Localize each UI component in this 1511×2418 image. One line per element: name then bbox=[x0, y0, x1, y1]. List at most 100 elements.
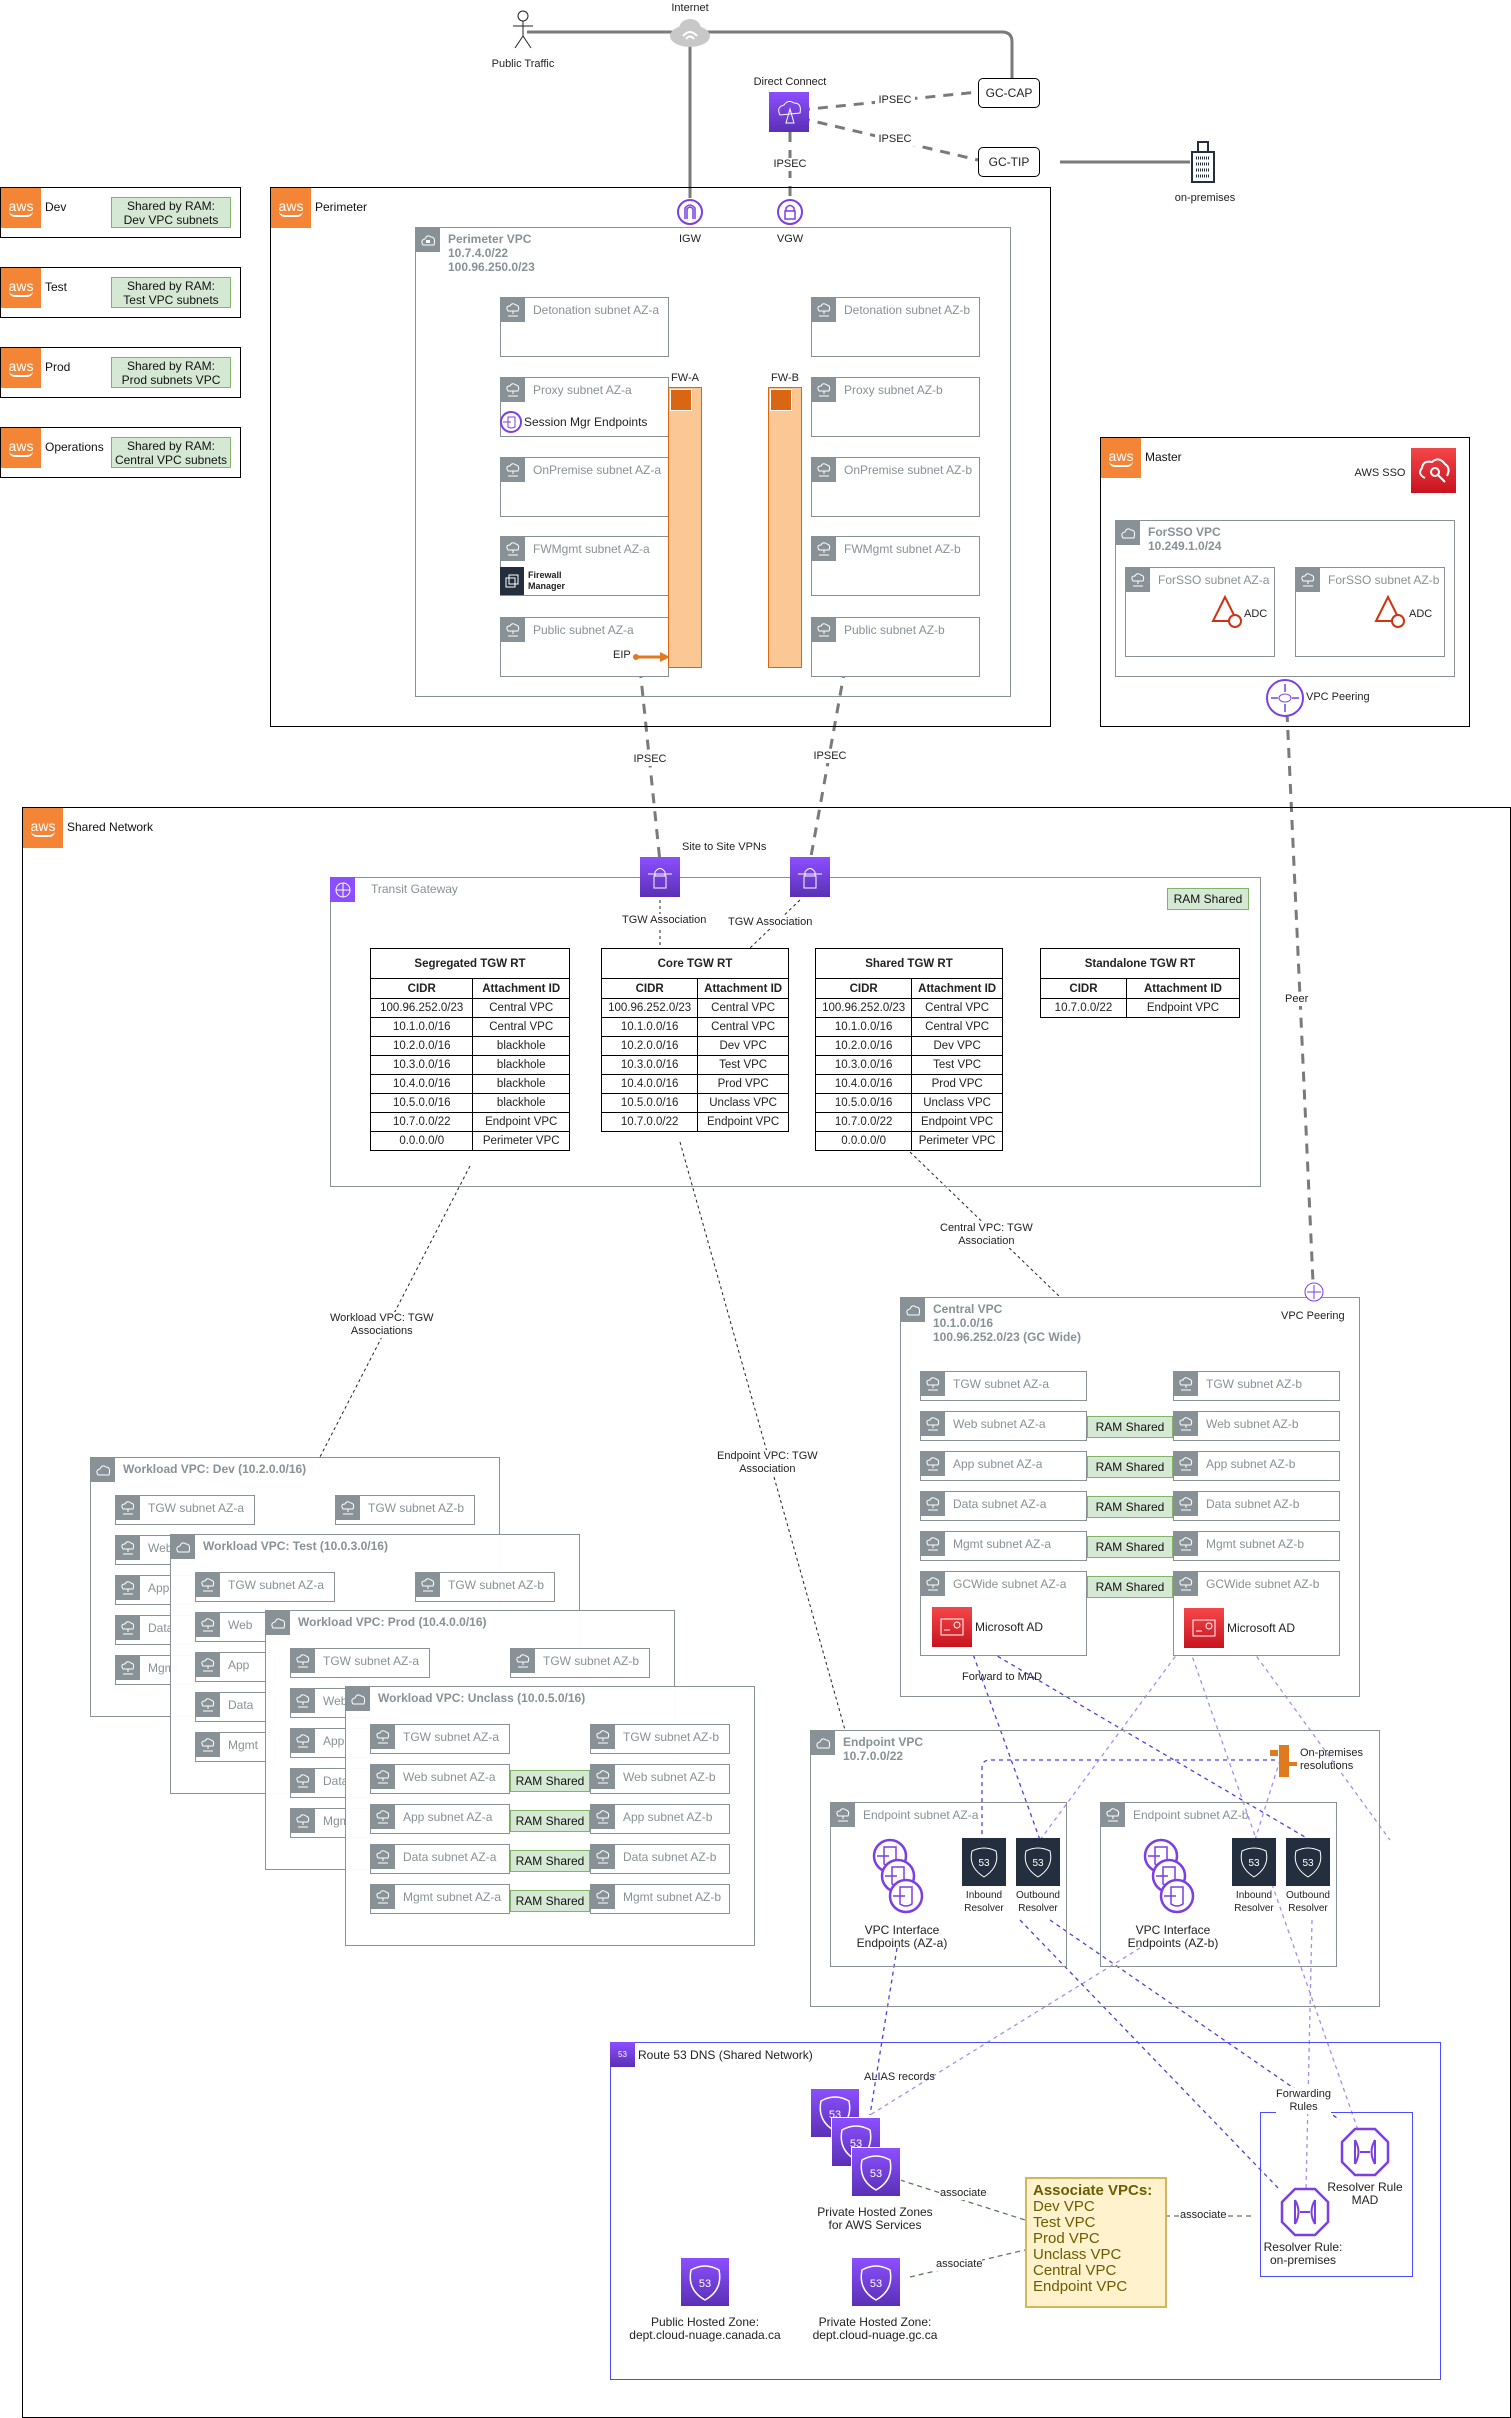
subnet-icon bbox=[920, 1571, 945, 1596]
adc-icon bbox=[1211, 595, 1242, 628]
private-zone-label: Private Hosted Zone: dept.cloud-nuage.gc… bbox=[812, 2315, 938, 2342]
subnet-title: TGW subnet AZ-b bbox=[448, 1578, 545, 1592]
subnet-icon bbox=[415, 1572, 440, 1597]
table-row: 10.2.0.0/16 Dev VPC bbox=[814, 1036, 1003, 1056]
route-table: Core TGW RT CIDR Attachment ID 100.96.252.0… bbox=[600, 948, 789, 1132]
subnet-title: App bbox=[323, 1734, 345, 1748]
column-header: Attachment ID bbox=[697, 978, 789, 999]
table-row: 10.7.0.0/22 Endpoint VPC bbox=[1040, 998, 1241, 1018]
attachment-cell: Unclass VPC bbox=[911, 1093, 1003, 1113]
central-subnet-a: TGW subnet AZ-a bbox=[920, 1371, 1087, 1401]
subnet-icon bbox=[195, 1652, 220, 1677]
subnet-title: Mgmt subnet AZ-a bbox=[403, 1890, 502, 1904]
table-row: 100.96.252.0/23 Central VPC bbox=[814, 998, 1003, 1018]
attachment-cell: Central VPC bbox=[911, 1017, 1003, 1037]
person-icon bbox=[513, 10, 533, 49]
aws-logo-icon: aws bbox=[271, 188, 311, 228]
subnet-icon bbox=[1173, 1451, 1198, 1476]
cidr-cell: 10.1.0.0/16 bbox=[600, 1017, 699, 1037]
account-name: Prod bbox=[45, 360, 71, 374]
associated-vpc-item: Test VPC bbox=[1033, 2214, 1096, 2231]
perimeter-subnet-b: Detonation subnet AZ-b bbox=[811, 297, 980, 357]
subnet-title: Mgmt subnet AZ-b bbox=[623, 1890, 722, 1904]
attachment-cell: Endpoint VPC bbox=[911, 1112, 1003, 1132]
attachment-cell: Perimeter VPC bbox=[911, 1131, 1003, 1151]
subnet-icon bbox=[590, 1884, 615, 1909]
vpc-icon bbox=[1115, 520, 1140, 545]
table-row: 10.1.0.0/16 Central VPC bbox=[369, 1017, 570, 1037]
table-row: 10.5.0.0/16 Unclass VPC bbox=[600, 1093, 789, 1113]
table-row: 10.4.0.0/16 Prod VPC bbox=[814, 1074, 1003, 1094]
aws-logo-icon: aws bbox=[23, 808, 63, 848]
central-subnet-b: Mgmt subnet AZ-b bbox=[1173, 1531, 1340, 1561]
ram-shared-badge: RAM Shared bbox=[1087, 1416, 1173, 1438]
subnet-icon bbox=[500, 536, 525, 561]
attachment-cell: Test VPC bbox=[697, 1055, 789, 1075]
internet-cloud-icon bbox=[668, 18, 712, 48]
attachment-cell: Central VPC bbox=[472, 998, 570, 1018]
vpc-icon bbox=[265, 1610, 290, 1635]
central-subnet-a: App subnet AZ-a bbox=[920, 1451, 1087, 1481]
attachment-cell: Endpoint VPC bbox=[472, 1112, 570, 1132]
cidr-cell: 10.3.0.0/16 bbox=[369, 1055, 474, 1075]
route-table-title: Shared TGW RT bbox=[815, 948, 1003, 979]
ram-shared-badge: RAM Shared bbox=[1087, 1576, 1173, 1598]
subnet-title: Public subnet AZ-a bbox=[533, 623, 634, 637]
directory-service-icon bbox=[1184, 1608, 1224, 1648]
associate-label-1: associate bbox=[940, 2187, 987, 2200]
subnet-title: OnPremise subnet AZ-a bbox=[533, 463, 662, 477]
workload-subnet-a: TGW subnet AZ-a bbox=[195, 1572, 335, 1602]
vpc-title: Central VPC 10.1.0.0/16 100.96.252.0/23 … bbox=[933, 1302, 1081, 1344]
table-row: 10.5.0.0/16 Unclass VPC bbox=[814, 1093, 1003, 1113]
svg-text:53: 53 bbox=[699, 2278, 711, 2290]
aws-logo-icon: aws bbox=[1, 268, 41, 308]
cidr-cell: 10.1.0.0/16 bbox=[369, 1017, 474, 1037]
chip-icon bbox=[670, 389, 692, 411]
vpc-peering-label-master: VPC Peering bbox=[1306, 691, 1370, 703]
public-traffic-label: Public Traffic bbox=[491, 58, 555, 70]
internet-label: Internet bbox=[671, 2, 709, 14]
subnet-icon bbox=[290, 1648, 315, 1673]
resolver-label: Inbound Resolver bbox=[1234, 1890, 1274, 1914]
table-row: 10.7.0.0/22 Endpoint VPC bbox=[369, 1112, 570, 1132]
cidr-cell: 10.2.0.0/16 bbox=[814, 1036, 913, 1056]
subnet-icon bbox=[500, 617, 525, 642]
subnet-icon bbox=[290, 1688, 315, 1713]
subnet-icon bbox=[290, 1728, 315, 1753]
table-row: 100.96.252.0/23 Central VPC bbox=[600, 998, 789, 1018]
associated-vpc-item: Endpoint VPC bbox=[1033, 2278, 1128, 2295]
attachment-cell: Central VPC bbox=[911, 998, 1003, 1018]
workload-subnet-b: TGW subnet AZ-b bbox=[590, 1724, 730, 1754]
subnet-icon bbox=[1295, 567, 1320, 592]
route53-resolver-outbound-icon: 53 bbox=[1016, 1838, 1060, 1886]
subnet-title: TGW subnet AZ-b bbox=[368, 1501, 465, 1515]
adc-icon bbox=[1374, 595, 1405, 628]
aws-logo-icon: aws bbox=[1, 348, 41, 388]
vpc-peering-icon bbox=[1265, 678, 1305, 718]
on-premises-label: on-premises bbox=[1174, 192, 1236, 204]
cidr-cell: 10.3.0.0/16 bbox=[814, 1055, 913, 1075]
peer-label: Peer bbox=[1285, 993, 1309, 1006]
transit-gateway-icon bbox=[330, 877, 355, 902]
ipsec-label-vpn-a: IPSEC bbox=[630, 753, 670, 766]
vpc-icon bbox=[810, 1730, 835, 1755]
subnet-title: TGW subnet AZ-b bbox=[623, 1730, 720, 1744]
subnet-icon bbox=[370, 1844, 395, 1869]
microsoft-ad: Microsoft AD bbox=[1184, 1608, 1324, 1648]
workload-subnet-a: Web bbox=[195, 1612, 275, 1642]
firewall-manager-label: Firewall Manager bbox=[528, 570, 566, 591]
subnet-icon bbox=[1125, 567, 1150, 592]
perimeter-subnet-a: OnPremise subnet AZ-a bbox=[500, 457, 669, 517]
route-table: Standalone TGW RT CIDR Attachment ID 10.7.0… bbox=[1040, 948, 1241, 1018]
central-subnet-a: Data subnet AZ-a bbox=[920, 1491, 1087, 1521]
subnet-icon bbox=[115, 1535, 140, 1560]
vpc-icon bbox=[415, 227, 440, 252]
column-header: CIDR bbox=[369, 978, 474, 999]
aws-logo-icon: aws bbox=[1, 188, 41, 228]
workload-subnet-b: App subnet AZ-b bbox=[590, 1804, 730, 1834]
direct-connect-label: Direct Connect bbox=[753, 76, 827, 88]
subnet-icon bbox=[510, 1648, 535, 1673]
vpce-label: VPC Interface Endpoints (AZ-b) bbox=[1127, 1923, 1219, 1950]
svg-text:53: 53 bbox=[1248, 1858, 1260, 1869]
ram-shared-badge: RAM Shared bbox=[1087, 1536, 1173, 1558]
